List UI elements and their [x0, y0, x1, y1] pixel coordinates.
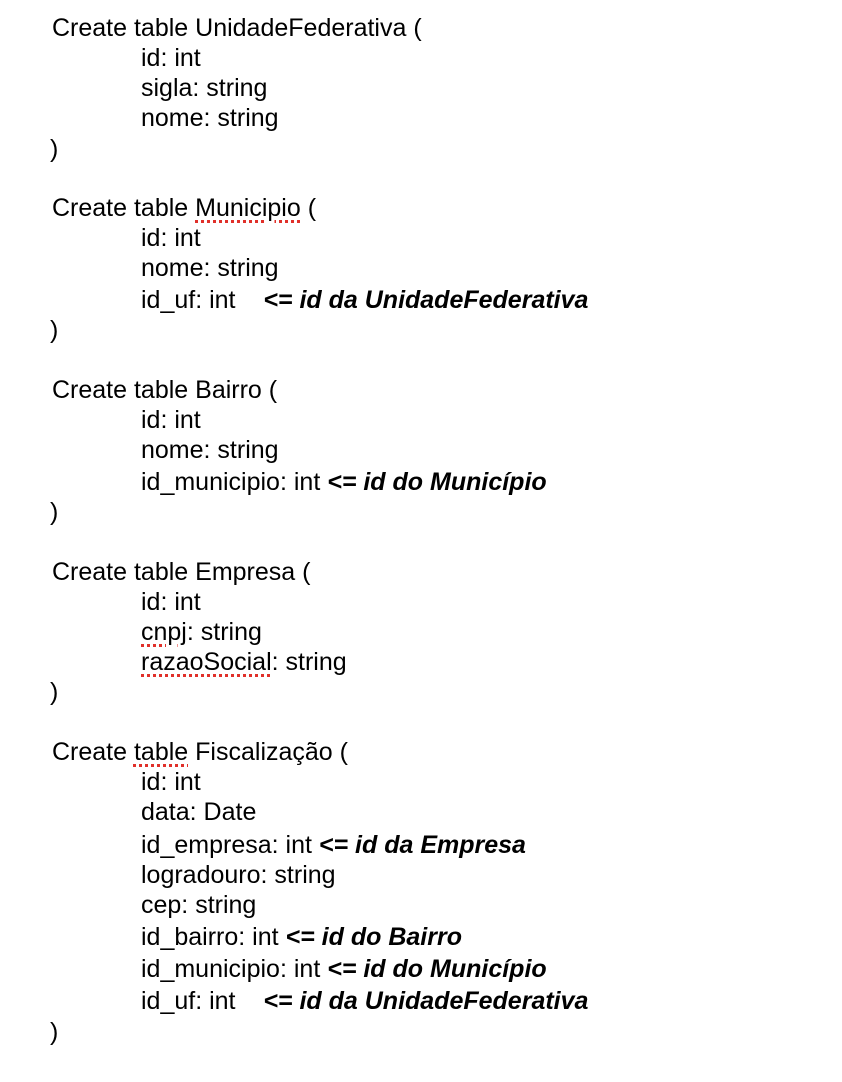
table-name: Fiscalização — [195, 738, 333, 766]
table-header-empresa: Create table Empresa ( — [52, 557, 310, 587]
field-line-fk: id_uf: int <= id da UnidadeFederativa — [141, 285, 588, 315]
open-paren: ( — [406, 14, 422, 42]
create-keyword: Create — [52, 738, 134, 766]
field-line: nome: string — [141, 254, 279, 282]
field-label: id_bairro: int — [141, 923, 279, 951]
field-label: id_empresa: int — [141, 831, 312, 859]
field-line: nome: string — [141, 104, 279, 132]
field-line-fk: id_bairro: int <= id do Bairro — [141, 922, 462, 952]
close-paren: ) — [50, 678, 59, 706]
table-name: UnidadeFederativa — [195, 14, 407, 42]
open-paren: ( — [261, 376, 278, 404]
field-line: nome: string — [141, 436, 279, 464]
table-header-bairro: Create table Bairro ( — [52, 375, 277, 405]
field-line: sigla: string — [141, 74, 268, 102]
close-paren: ) — [50, 316, 59, 344]
table-header-unidadefederativa: Create table UnidadeFederativa ( — [52, 13, 422, 43]
create-table-keyword: Create table — [52, 558, 196, 586]
field-name-misspelled[interactable]: razaoSocial — [141, 648, 272, 676]
field-line: id: int — [141, 768, 201, 796]
field-line: data: Date — [141, 798, 257, 826]
open-paren: ( — [300, 194, 317, 222]
field-line-fk: id_uf: int <= id da UnidadeFederativa — [141, 986, 588, 1016]
field-line: id: int — [141, 44, 201, 72]
close-paren: ) — [50, 1018, 59, 1046]
field-line: logradouro: string — [141, 861, 336, 889]
field-label: id_municipio: int — [141, 468, 321, 496]
field-label: id_uf: int — [141, 286, 236, 314]
field-line: razaoSocial: string — [141, 647, 347, 677]
field-line: cnpj: string — [141, 617, 262, 647]
field-type: : string — [186, 618, 262, 646]
table-name: Bairro — [195, 376, 262, 404]
field-line-fk: id_municipio: int <= id do Município — [141, 954, 547, 984]
field-line-fk: id_empresa: int <= id da Empresa — [141, 830, 526, 860]
fk-reference: <= id do Município — [327, 468, 547, 496]
table-header-fiscalizacao: Create table Fiscalização ( — [52, 737, 348, 767]
field-line: id: int — [141, 406, 201, 434]
table-name-misspelled[interactable]: Municipio — [195, 194, 301, 222]
field-label: id_municipio: int — [141, 955, 321, 983]
field-type: : string — [271, 648, 347, 676]
close-paren: ) — [50, 135, 59, 163]
field-line: cep: string — [141, 891, 257, 919]
fk-reference: <= id do Município — [327, 955, 547, 983]
fk-reference: <= id da UnidadeFederativa — [263, 286, 589, 314]
close-paren: ) — [50, 498, 59, 526]
table-header-municipio: Create table Municipio ( — [52, 193, 316, 223]
field-line: id: int — [141, 588, 201, 616]
create-table-keyword: Create table — [52, 194, 196, 222]
table-name: Empresa — [195, 558, 296, 586]
field-line: id: int — [141, 224, 201, 252]
field-line-fk: id_municipio: int <= id do Município — [141, 467, 547, 497]
create-table-keyword: Create table — [52, 14, 196, 42]
fk-reference: <= id da Empresa — [318, 831, 526, 859]
create-table-keyword: Create table — [52, 376, 196, 404]
field-label: id_uf: int — [141, 987, 236, 1015]
open-paren: ( — [332, 738, 348, 766]
field-name-misspelled[interactable]: cnpj — [141, 618, 187, 646]
open-paren: ( — [295, 558, 311, 586]
document-page: Create table UnidadeFederativa ( id: int… — [0, 0, 842, 1082]
fk-reference: <= id da UnidadeFederativa — [263, 987, 589, 1015]
fk-reference: <= id do Bairro — [285, 923, 462, 951]
table-keyword-misspelled[interactable]: table — [134, 738, 188, 766]
